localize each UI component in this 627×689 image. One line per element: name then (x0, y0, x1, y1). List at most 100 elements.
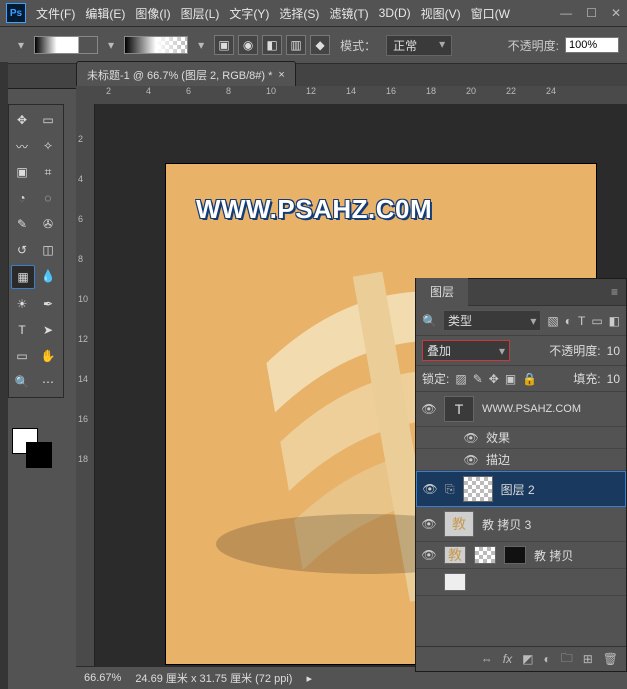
lock-position-icon[interactable]: ✥ (489, 372, 499, 386)
hand-tool-icon[interactable]: ✋ (37, 345, 59, 367)
blend-mode-select-panel[interactable]: 叠加▾ (422, 340, 510, 361)
layer-row[interactable]: 👁 教 教 拷贝 3 (416, 507, 626, 542)
gradient-angle-icon[interactable]: ◧ (262, 35, 282, 55)
minimize-icon[interactable]: — (560, 6, 572, 20)
marquee-tool-icon[interactable]: ▭ (37, 109, 59, 131)
fill-value[interactable]: 10 (607, 372, 620, 386)
delete-layer-icon[interactable]: 🗑 (603, 652, 618, 666)
lock-transparent-icon[interactable]: ▨ (455, 372, 466, 386)
menu-edit[interactable]: 编辑(E) (85, 5, 125, 22)
filter-adjust-icon[interactable]: ◐ (565, 314, 572, 328)
type-tool-icon[interactable]: T (11, 319, 33, 341)
fx-icon[interactable]: fx (503, 652, 512, 666)
filter-shape-icon[interactable]: ▭ (591, 314, 602, 328)
layer-filter-select[interactable]: 类型▾ (443, 310, 541, 331)
panel-tab-layers[interactable]: 图层 (416, 278, 468, 307)
more-tools-icon[interactable]: ⋯ (37, 371, 59, 393)
menu-select[interactable]: 选择(S) (279, 5, 319, 22)
menu-3d[interactable]: 3D(D) (379, 6, 411, 20)
document-title: 未标题-1 @ 66.7% (图层 2, RGB/8#) * (87, 67, 272, 83)
group-icon[interactable]: 🗀 (561, 649, 573, 670)
crop-tool-icon[interactable]: ▣ (11, 161, 33, 183)
layer-row[interactable]: 👁 (416, 569, 626, 596)
wand-tool-icon[interactable]: ✧ (37, 135, 59, 157)
blur-tool-icon[interactable]: 💧 (37, 265, 59, 287)
shape-tool-icon[interactable]: ▭ (11, 345, 33, 367)
layer-row[interactable]: 👁 ⎘ 图层 2 (416, 471, 626, 507)
layers-list: 👁 T WWW.PSAHZ.COM 👁 效果 👁 描边 👁 ⎘ 图层 2 👁 教 (416, 392, 626, 646)
gradient-preset[interactable] (34, 36, 98, 54)
visibility-icon[interactable]: 👁 (422, 517, 436, 531)
gradient-reflected-icon[interactable]: ▥ (286, 35, 306, 55)
visibility-icon[interactable]: 👁 (464, 431, 478, 445)
menu-view[interactable]: 视图(V) (421, 5, 461, 22)
menu-layer[interactable]: 图层(L) (181, 5, 220, 22)
menu-filter[interactable]: 滤镜(T) (329, 5, 368, 22)
panel-opacity-value[interactable]: 10 (607, 344, 620, 358)
panel-menu-icon[interactable]: ≡ (603, 285, 626, 299)
layer-row[interactable]: 👁 T WWW.PSAHZ.COM (416, 392, 626, 427)
patch-tool-icon[interactable]: ◌ (37, 187, 59, 209)
menu-window[interactable]: 窗口(W (471, 5, 510, 22)
maximize-icon[interactable]: ☐ (586, 6, 597, 20)
layer-name[interactable]: WWW.PSAHZ.COM (482, 403, 581, 415)
menu-file[interactable]: 文件(F) (36, 5, 75, 22)
menu-type[interactable]: 文字(Y) (229, 5, 269, 22)
status-chevron-icon[interactable]: ▸ (306, 672, 312, 685)
slice-tool-icon[interactable]: ⌗ (37, 161, 59, 183)
document-tab[interactable]: 未标题-1 @ 66.7% (图层 2, RGB/8#) * × (76, 61, 296, 88)
eyedropper-tool-icon[interactable]: ◔ (11, 187, 33, 209)
fx-row[interactable]: 👁 效果 (416, 427, 626, 449)
filter-smart-icon[interactable]: ◧ (609, 314, 620, 328)
gradient-tool-icon-tb[interactable]: ▦ (11, 265, 35, 289)
layer-name[interactable]: 教 拷贝 3 (482, 516, 531, 533)
color-swatches[interactable] (12, 428, 52, 468)
lock-all-icon[interactable]: 🔒 (522, 372, 537, 386)
background-swatch[interactable] (26, 442, 52, 468)
fx-stroke-row[interactable]: 👁 描边 (416, 449, 626, 471)
zoom-level[interactable]: 66.67% (84, 672, 121, 684)
lock-paint-icon[interactable]: ✎ (473, 372, 483, 386)
visibility-icon[interactable]: 👁 (423, 482, 437, 496)
new-layer-icon[interactable]: ⊞ (583, 652, 593, 666)
close-icon[interactable]: ✕ (611, 6, 621, 20)
adjustment-icon[interactable]: ◐ (543, 652, 550, 666)
stamp-tool-icon[interactable]: ✇ (37, 213, 59, 235)
zoom-tool-icon[interactable]: 🔍 (11, 371, 33, 393)
path-select-icon[interactable]: ➤ (37, 319, 59, 341)
tab-close-icon[interactable]: × (278, 69, 284, 81)
gradient-radial-icon[interactable]: ◉ (238, 35, 258, 55)
pen-tool-icon[interactable]: ✒ (37, 293, 59, 315)
link-layers-icon[interactable]: ⇔ (481, 652, 493, 666)
brush-tool-icon[interactable]: ✎ (11, 213, 33, 235)
history-brush-icon[interactable]: ↺ (11, 239, 33, 261)
gradient-diamond-icon[interactable]: ◆ (310, 35, 330, 55)
layer-name[interactable]: 教 拷贝 (534, 547, 573, 564)
layer-name[interactable]: 图层 2 (501, 481, 535, 498)
visibility-icon[interactable]: 👁 (464, 453, 478, 467)
dodge-tool-icon[interactable]: ☀ (11, 293, 33, 315)
stroke-label: 描边 (486, 451, 510, 468)
lasso-tool-icon[interactable]: 〰 (11, 135, 33, 157)
doc-dimensions: 24.69 厘米 x 31.75 厘米 (72 ppi) (135, 670, 292, 686)
layers-panel[interactable]: 图层 ≡ 🔍 类型▾ ▧ ◐ T ▭ ◧ 叠加▾ 不透明度: 10 (415, 278, 627, 672)
filter-pixel-icon[interactable]: ▧ (547, 314, 558, 328)
blend-mode-select[interactable]: 正常 ▾ (386, 35, 452, 56)
search-icon: 🔍 (422, 314, 437, 328)
menu-image[interactable]: 图像(I) (135, 5, 170, 22)
eraser-tool-icon[interactable]: ◫ (37, 239, 59, 261)
move-tool-icon[interactable]: ✥ (11, 109, 33, 131)
filter-type-icon[interactable]: T (578, 314, 585, 328)
mask-icon[interactable]: ◩ (522, 652, 533, 666)
opacity-label: 不透明度: (508, 37, 559, 54)
opacity-field[interactable]: 100% (565, 37, 619, 53)
visibility-icon[interactable]: 👁 (422, 402, 436, 416)
visibility-icon[interactable]: 👁 (422, 548, 436, 562)
layer-row[interactable]: 👁 教 教 拷贝 (416, 542, 626, 569)
lock-artboard-icon[interactable]: ▣ (505, 372, 516, 386)
chevron-down-icon[interactable]: ▾ (198, 38, 204, 52)
layer-thumb: 教 (444, 511, 474, 537)
layer-thumb: 教 (444, 546, 466, 564)
gradient-linear-icon[interactable]: ▣ (214, 35, 234, 55)
gradient-editor[interactable] (124, 36, 188, 54)
